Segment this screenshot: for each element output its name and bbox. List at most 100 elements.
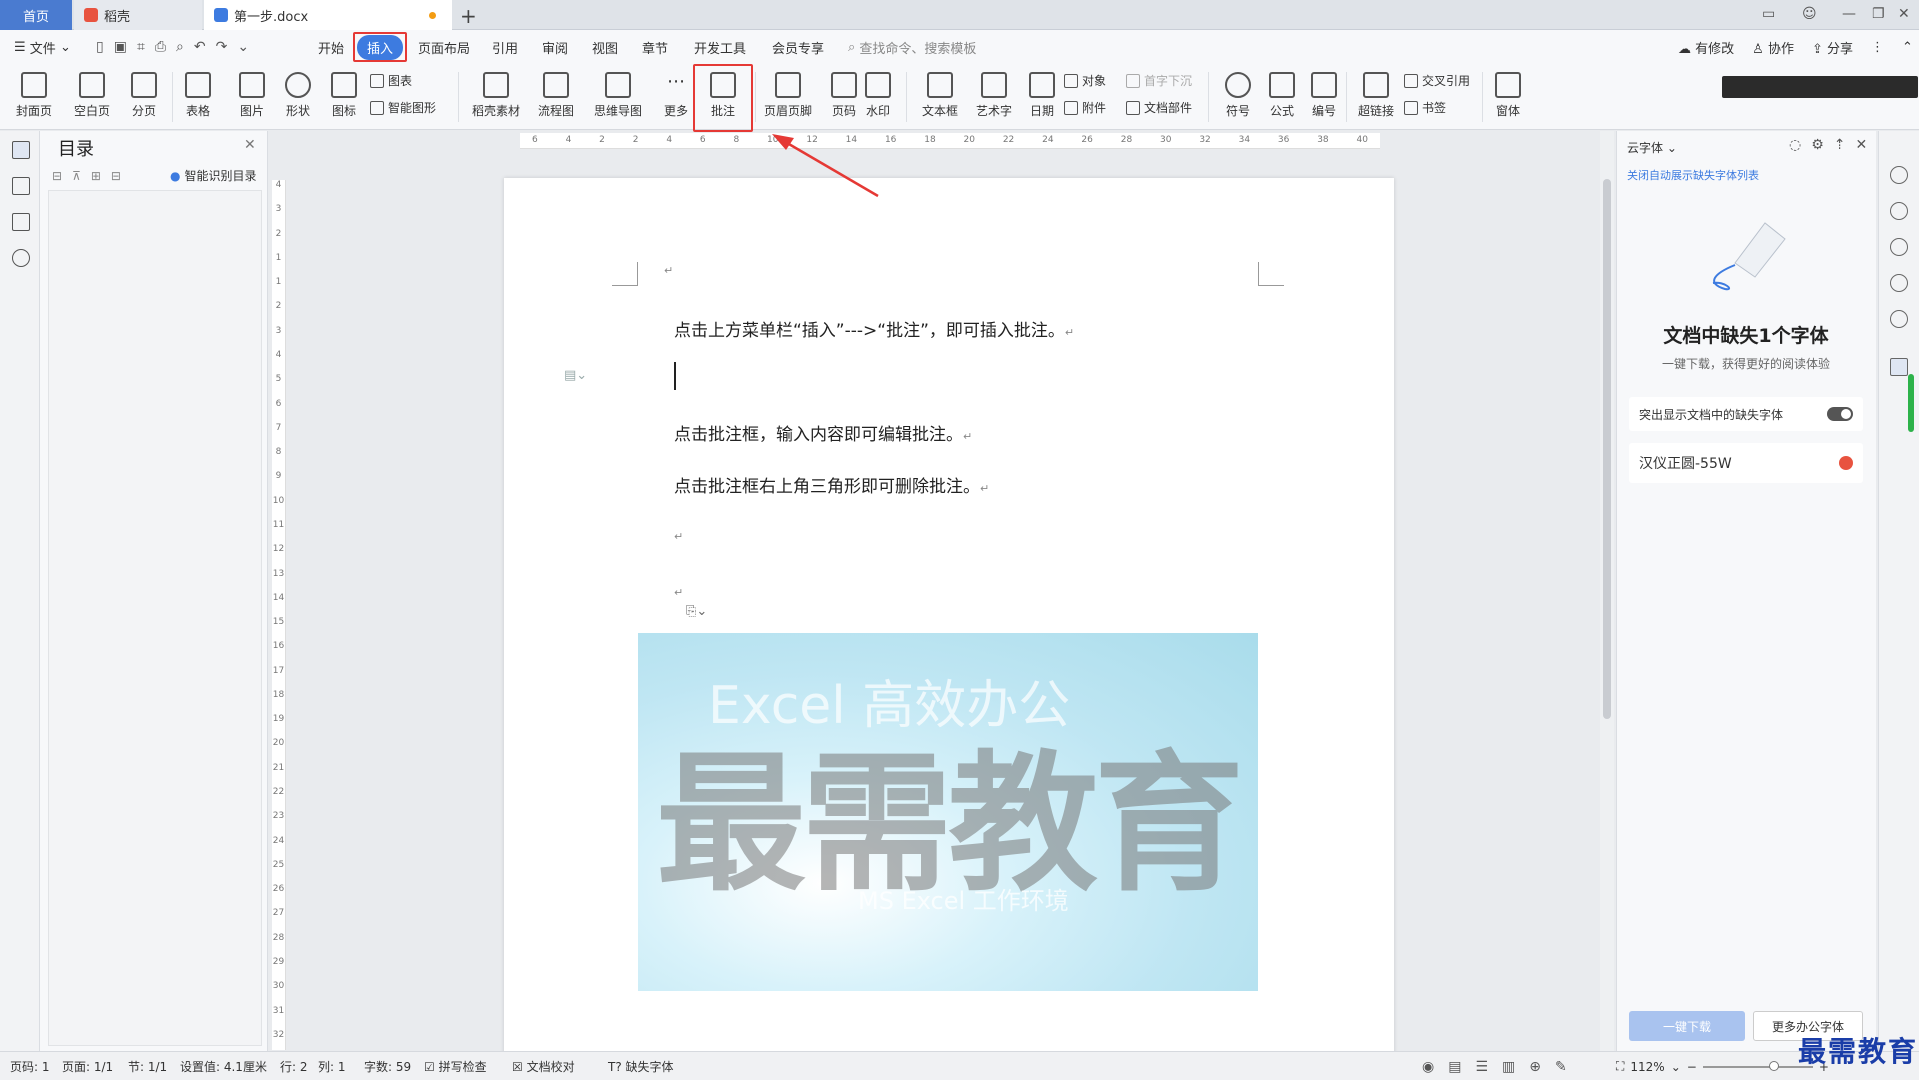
- zoom-slider-thumb[interactable]: [1768, 1060, 1779, 1071]
- restore-icon[interactable]: ❐: [1872, 6, 1885, 22]
- status-page[interactable]: 页码: 1: [10, 1052, 50, 1080]
- menu-tab-developer[interactable]: 开发工具: [694, 30, 746, 64]
- new-doc-icon[interactable]: ▯: [96, 39, 104, 55]
- more-icon[interactable]: ⋮: [1871, 40, 1884, 55]
- command-search[interactable]: ⌕ 查找命令、搜索模板: [848, 30, 976, 64]
- zoom-slider[interactable]: [1702, 1060, 1813, 1071]
- undo-icon[interactable]: ↶: [194, 39, 206, 55]
- write-view-icon[interactable]: ✎: [1555, 1059, 1567, 1075]
- status-row[interactable]: 行: 2: [280, 1052, 308, 1080]
- outline-view-icon[interactable]: ☰: [1475, 1059, 1488, 1075]
- menu-tab-review[interactable]: 审阅: [542, 30, 568, 64]
- status-setting[interactable]: 设置值: 4.1厘米: [180, 1052, 267, 1080]
- picture-button[interactable]: 图片: [226, 70, 278, 126]
- file-menu[interactable]: ☰ 文件 ⌄: [14, 30, 71, 64]
- toc-list[interactable]: [48, 190, 262, 1046]
- header-footer-button[interactable]: 页眉页脚: [756, 70, 820, 126]
- one-click-download-button[interactable]: 一键下载: [1629, 1011, 1745, 1041]
- layout-icon[interactable]: ▭: [1762, 6, 1775, 22]
- highlight-toggle[interactable]: [1827, 407, 1853, 421]
- menu-tab-member[interactable]: 会员专享: [772, 30, 824, 64]
- collapse-ribbon-icon[interactable]: ⌃: [1902, 40, 1913, 55]
- print-icon[interactable]: ⎙: [155, 39, 166, 55]
- expand-icon[interactable]: ⊟: [52, 169, 62, 183]
- preview-icon[interactable]: ⌕: [176, 39, 184, 55]
- zoom-out-icon[interactable]: −: [1687, 1060, 1697, 1074]
- status-section[interactable]: 节: 1/1: [128, 1052, 167, 1080]
- mindmap-button[interactable]: 思维导图: [586, 70, 650, 126]
- doc-paragraph-3[interactable]: 点击批注框右上角三角形即可删除批注。↵: [674, 472, 989, 497]
- read-view-icon[interactable]: ▥: [1502, 1059, 1515, 1075]
- hyperlink-button[interactable]: 超链接: [1350, 70, 1402, 126]
- toc-close-icon[interactable]: ✕: [244, 137, 256, 153]
- zoom-level[interactable]: 112%: [1630, 1060, 1664, 1074]
- drop-cap-button[interactable]: 首字下沉: [1126, 72, 1192, 89]
- scrollbar-thumb[interactable]: [1603, 179, 1611, 719]
- pen-icon[interactable]: [1890, 202, 1908, 220]
- avatar[interactable]: ☺: [1802, 6, 1817, 22]
- comment-anchor-icon[interactable]: ▤⌄: [564, 368, 587, 383]
- document-scrollbar[interactable]: [1600, 131, 1614, 1051]
- bookmark-nav-icon[interactable]: [12, 213, 30, 231]
- remove-icon[interactable]: ⊟: [111, 169, 121, 183]
- adjust-icon[interactable]: [1890, 274, 1908, 292]
- watermark-button[interactable]: 水印: [852, 70, 904, 126]
- ime-toolbar[interactable]: [1722, 76, 1918, 98]
- cloud-font-header[interactable]: 云字体 ⌄: [1627, 139, 1677, 156]
- share-button[interactable]: ⇪ 分享: [1812, 38, 1853, 57]
- menu-tab-layout[interactable]: 页面布局: [418, 30, 470, 64]
- doc-paragraph-2[interactable]: 点击批注框，输入内容即可编辑批注。↵: [674, 420, 972, 445]
- menu-tab-insert[interactable]: 插入: [357, 30, 404, 64]
- help-icon[interactable]: [1890, 310, 1908, 328]
- smart-toc-button[interactable]: ● 智能识别目录: [170, 167, 257, 184]
- chapter-nav-icon[interactable]: [12, 177, 30, 195]
- page-view-icon[interactable]: ▤: [1448, 1059, 1461, 1075]
- horizontal-ruler[interactable]: 6 4 2 2 4 6 8 10 12 14 16 18 20 22 24 26 28 30 32 34 36 38 40: [520, 133, 1380, 149]
- daoke-material-button[interactable]: 稻壳素材: [466, 70, 526, 126]
- collapse-icon[interactable]: ⊼: [72, 169, 81, 183]
- status-wordcount[interactable]: 字数: 59: [364, 1052, 411, 1080]
- collaborate-button[interactable]: ♙ 协作: [1752, 38, 1794, 57]
- font-t-icon[interactable]: [1890, 358, 1908, 376]
- table-button[interactable]: 表格: [172, 70, 224, 126]
- tab-home[interactable]: 首页: [0, 0, 72, 30]
- cover-page-button[interactable]: 封面页: [8, 70, 60, 126]
- feedback-icon[interactable]: ◌: [1789, 137, 1801, 153]
- settings-gear-icon[interactable]: ⚙: [1811, 137, 1824, 153]
- comment-button[interactable]: 批注: [697, 70, 749, 126]
- close-icon[interactable]: ✕: [1898, 6, 1910, 22]
- menu-tab-references[interactable]: 引用: [492, 30, 518, 64]
- form-button[interactable]: 窗体: [1482, 70, 1534, 126]
- missing-font-item[interactable]: 汉仪正圆-55W: [1629, 443, 1863, 483]
- customize-icon[interactable]: ⌄: [237, 39, 249, 55]
- missing-font-status-button[interactable]: T? 缺失字体: [608, 1052, 674, 1080]
- has-changes-button[interactable]: ☁ 有修改: [1678, 38, 1734, 57]
- menu-tab-chapter[interactable]: 章节: [642, 30, 668, 64]
- cross-reference-button[interactable]: 交叉引用: [1404, 72, 1470, 89]
- flowchart-button[interactable]: 流程图: [528, 70, 584, 126]
- page-break-button[interactable]: 分页: [118, 70, 170, 126]
- numbering-button[interactable]: 编号: [1298, 70, 1350, 126]
- menu-tab-view[interactable]: 视图: [592, 30, 618, 64]
- web-view-icon[interactable]: ⊕: [1529, 1059, 1541, 1075]
- format-painter-icon[interactable]: ⌗: [137, 39, 145, 55]
- close-auto-show-link[interactable]: 关闭自动展示缺失字体列表: [1627, 167, 1759, 183]
- tab-daoke[interactable]: 稻壳: [74, 0, 202, 30]
- panel-close-icon[interactable]: ✕: [1856, 137, 1868, 153]
- doc-parts-button[interactable]: 文档部件: [1126, 99, 1192, 116]
- new-tab-icon[interactable]: +: [460, 4, 477, 28]
- eye-protection-icon[interactable]: ◉: [1422, 1059, 1434, 1075]
- vertical-ruler[interactable]: 4 3 2 1 1 2 3 4 5 6 7 8 9 10 11 12 13 14 15 16 17 18 19 20 21 22 2…: [272, 180, 286, 1050]
- object-button[interactable]: 对象: [1064, 72, 1106, 89]
- select-cursor-icon[interactable]: [1890, 238, 1908, 256]
- status-col[interactable]: 列: 1: [318, 1052, 346, 1080]
- bookmark-button[interactable]: 书签: [1404, 99, 1470, 116]
- save-icon[interactable]: ▣: [114, 39, 127, 55]
- add-icon[interactable]: ⊞: [91, 169, 101, 183]
- paste-options-icon[interactable]: ⎘⌄: [686, 604, 707, 619]
- style-icon[interactable]: [1890, 166, 1908, 184]
- pin-icon[interactable]: ⇡: [1834, 137, 1846, 153]
- attachment-button[interactable]: 附件: [1064, 99, 1106, 116]
- inserted-picture[interactable]: Excel 高效办公 最需教育 MS Excel 工作环境: [638, 633, 1258, 991]
- date-button[interactable]: 日期: [1016, 70, 1068, 126]
